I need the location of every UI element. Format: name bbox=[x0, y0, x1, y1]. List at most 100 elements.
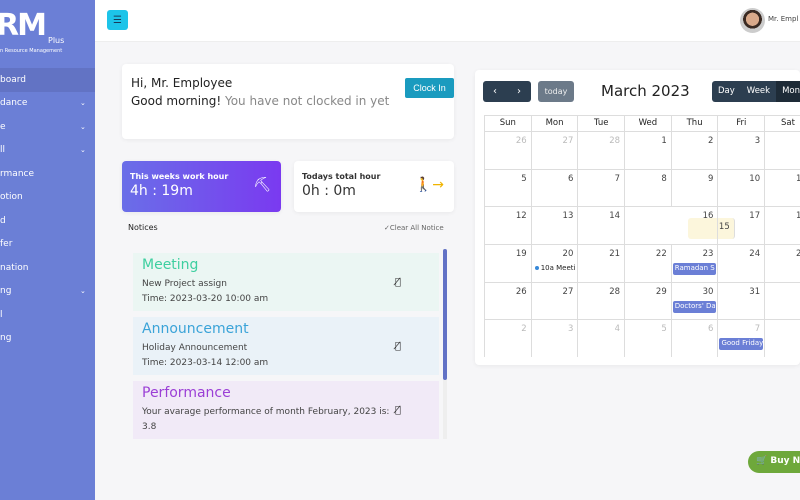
notice-scrollbar[interactable] bbox=[443, 249, 447, 439]
day-cell[interactable]: 17 bbox=[718, 207, 766, 245]
sidebar-item[interactable]: rmance bbox=[0, 162, 95, 186]
day-number: 12 bbox=[515, 211, 527, 222]
sidebar-item[interactable]: board bbox=[0, 68, 95, 92]
view-week-button[interactable]: Week bbox=[741, 81, 776, 102]
day-cell[interactable]: 26 bbox=[485, 132, 532, 169]
day-cell[interactable]: 8 bbox=[625, 169, 672, 207]
week-row: 2 3 4 5 6 7 Good Friday8 bbox=[484, 319, 800, 358]
day-cell[interactable]: 20 10a Meetir bbox=[532, 245, 579, 282]
logo-mark: RM bbox=[0, 8, 47, 43]
day-number: 28 bbox=[609, 286, 621, 297]
stat-value: 0h : 0m bbox=[302, 183, 356, 199]
calendar-event[interactable]: Doctors' Day bbox=[672, 300, 717, 313]
sidebar-item[interactable]: ng ⌄ bbox=[0, 280, 95, 304]
week-row: 12131415161718 bbox=[484, 206, 800, 245]
day-cell[interactable]: 5 bbox=[485, 169, 532, 207]
day-cell[interactable]: 5 bbox=[625, 320, 672, 358]
day-cell[interactable]: 10 bbox=[718, 169, 766, 207]
day-cell[interactable]: 3 bbox=[718, 132, 766, 169]
day-cell[interactable]: 31 bbox=[718, 282, 766, 320]
day-number: 20 bbox=[562, 249, 574, 260]
calendar-event[interactable]: Good Friday bbox=[719, 338, 764, 351]
next-month-button[interactable]: › bbox=[517, 86, 521, 97]
day-cell[interactable]: 2 bbox=[672, 132, 719, 169]
avatar[interactable] bbox=[740, 8, 765, 33]
sidebar-item-label: l bbox=[0, 309, 3, 320]
day-cell[interactable]: 3 bbox=[532, 320, 579, 358]
calendar-event[interactable]: 10a Meetir bbox=[533, 263, 577, 275]
hide-eye-icon[interactable]: 👁̸ bbox=[395, 277, 401, 288]
day-cell[interactable]: 7 Good Friday bbox=[718, 320, 766, 358]
day-cell[interactable]: 26 bbox=[485, 282, 532, 320]
sidebar-item[interactable]: ng bbox=[0, 327, 95, 351]
view-month-button[interactable]: Mont bbox=[776, 81, 800, 102]
hide-eye-icon[interactable]: 👁̸ bbox=[395, 405, 401, 416]
weekday-header: Sun Mon Tue Wed Thu Fri Sat bbox=[484, 115, 800, 131]
scrollbar-thumb[interactable] bbox=[443, 249, 447, 380]
day-cell[interactable]: 29 bbox=[625, 282, 672, 320]
sidebar-item[interactable]: d bbox=[0, 209, 95, 233]
day-cell[interactable]: 13 bbox=[532, 207, 579, 245]
day-number: 21 bbox=[609, 249, 621, 260]
clock-status: Good morning! You have not clocked in ye… bbox=[131, 94, 389, 108]
day-cell[interactable]: 4 bbox=[765, 132, 800, 169]
sidebar-item[interactable]: ll ⌄ bbox=[0, 139, 95, 163]
day-number: 9 bbox=[708, 173, 714, 184]
hide-eye-icon[interactable]: 👁̸ bbox=[395, 341, 401, 352]
day-number: 26 bbox=[515, 286, 527, 297]
day-cell[interactable]: 11 bbox=[765, 170, 800, 207]
day-cell[interactable]: 22 bbox=[625, 245, 672, 282]
view-day-button[interactable]: Day bbox=[712, 81, 741, 102]
day-cell[interactable]: 23 Ramadan S bbox=[672, 245, 719, 282]
clock-in-button[interactable]: Clock In bbox=[405, 78, 454, 98]
day-cell[interactable]: 1 bbox=[625, 132, 672, 169]
buy-now-button[interactable]: 🛒 Buy Now bbox=[748, 451, 800, 473]
day-cell[interactable]: 16 bbox=[672, 207, 719, 245]
calendar-event[interactable]: Ramadan S bbox=[672, 263, 717, 276]
sidebar-item[interactable]: dance ⌄ bbox=[0, 92, 95, 116]
day-cell[interactable]: 6 bbox=[532, 169, 579, 207]
sidebar-item[interactable]: otion bbox=[0, 186, 95, 210]
day-number: 5 bbox=[521, 173, 527, 184]
day-cell[interactable]: 27 bbox=[532, 282, 579, 320]
day-number: 7 bbox=[754, 324, 761, 335]
day-cell[interactable]: 14 bbox=[578, 207, 626, 245]
notice-item: Announcement Holiday Announcement Time: 20… bbox=[133, 317, 439, 375]
day-cell[interactable]: 24 bbox=[718, 245, 766, 282]
sidebar-item[interactable]: e ⌄ bbox=[0, 115, 95, 139]
day-cell[interactable]: 28 bbox=[578, 132, 626, 169]
day-cell[interactable]: 25 bbox=[765, 245, 800, 282]
day-cell[interactable]: 4 bbox=[578, 320, 626, 358]
day-cell[interactable]: 18 bbox=[765, 207, 800, 244]
day-cell[interactable]: 21 bbox=[578, 245, 626, 282]
today-button[interactable]: today bbox=[538, 81, 574, 102]
notice-item: Performance Your avarage performance of m… bbox=[133, 381, 439, 439]
day-cell[interactable]: 2 bbox=[485, 320, 532, 358]
day-cell[interactable]: 7 bbox=[578, 169, 626, 207]
sidebar-item[interactable]: nation bbox=[0, 256, 95, 280]
prev-month-button[interactable]: ‹ bbox=[493, 86, 497, 97]
notice-time: Time: 2023-03-20 10:00 am bbox=[142, 294, 269, 304]
notice-time: Time: 2023-03-14 12:00 am bbox=[142, 358, 269, 368]
day-number: 23 bbox=[702, 249, 714, 260]
sidebar-item[interactable]: l bbox=[0, 303, 95, 327]
day-number: 4 bbox=[614, 324, 621, 335]
day-cell[interactable]: 9 bbox=[672, 169, 719, 207]
sidebar-item[interactable]: fer bbox=[0, 233, 95, 257]
day-cell[interactable]: 19 bbox=[485, 245, 532, 282]
sidebar-item-label: e bbox=[0, 121, 6, 132]
day-cell[interactable]: 8 bbox=[765, 320, 800, 357]
week-hours-card: This weeks work hour 4h : 19m ⛏ bbox=[122, 161, 281, 212]
user-name[interactable]: Mr. Empl bbox=[768, 15, 798, 23]
day-number: 18 bbox=[795, 211, 800, 222]
day-cell[interactable]: 12 bbox=[485, 207, 532, 245]
logo-tagline: n Resource Management bbox=[0, 48, 63, 54]
clear-all-notice-link[interactable]: ✓Clear All Notice bbox=[384, 224, 444, 232]
day-cell[interactable]: 28 bbox=[578, 282, 626, 320]
day-number: 8 bbox=[661, 173, 667, 184]
day-cell[interactable]: 1 bbox=[765, 283, 800, 320]
day-cell[interactable]: 6 bbox=[672, 320, 719, 358]
day-cell[interactable]: 30 Doctors' Day bbox=[672, 282, 719, 320]
day-cell[interactable]: 27 bbox=[532, 132, 579, 169]
menu-toggle-button[interactable]: ☰ bbox=[107, 10, 128, 30]
